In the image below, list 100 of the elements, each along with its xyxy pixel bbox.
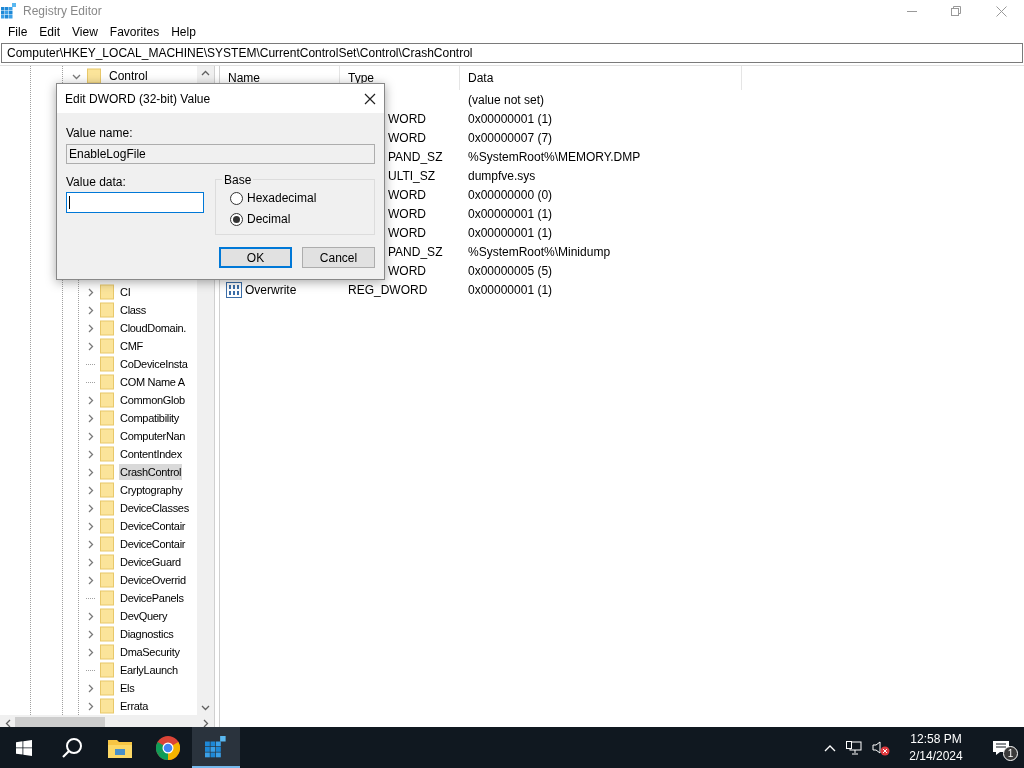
scroll-up-icon[interactable] [201,70,210,76]
expand-chevron-icon[interactable] [86,485,95,495]
expand-chevron-icon[interactable] [86,521,95,531]
tree-item[interactable]: CloudDomain. [119,319,188,337]
folder-icon [100,518,114,534]
menu-item[interactable]: File [2,23,34,41]
folder-icon [100,500,114,516]
tree-item[interactable]: DmaSecurity [119,643,181,661]
expand-chevron-icon[interactable] [86,611,95,621]
clock-time[interactable]: 12:58 PM [910,730,962,748]
tree-item[interactable]: CoDeviceInsta [119,355,189,373]
tree-item[interactable]: DeviceClasses [119,499,190,517]
tree-item[interactable]: CI [119,283,132,301]
tree-item[interactable]: DeviceContair [119,535,187,553]
folder-icon [100,374,114,390]
tree-item[interactable]: COM Name A [119,373,186,391]
address-bar[interactable]: Computer\HKEY_LOCAL_MACHINE\SYSTEM\CurrentControlSet\Control\CrashControl [1,43,1023,63]
tree-item[interactable]: Cryptography [119,481,184,499]
expand-chevron-icon[interactable] [86,629,95,639]
expand-chevron-icon[interactable] [86,575,95,585]
muted-speaker-icon[interactable] [872,739,890,756]
value-data: 0x00000001 (1) [468,282,553,297]
dialog-button[interactable]: Cancel [302,247,375,268]
taskbar-app-button[interactable] [192,727,240,768]
search-icon [61,736,83,759]
value-data: (value not set) [468,92,545,107]
value-data: %SystemRoot%\MEMORY.DMP [468,149,641,164]
window-title: Registry Editor [23,3,102,20]
radio-label[interactable]: Decimal [247,210,291,228]
tree-item[interactable]: DeviceOverrid [119,571,187,589]
value-type: WORD [388,130,426,145]
expand-chevron-icon[interactable] [86,431,95,441]
expand-chevron-icon[interactable] [86,557,95,567]
notification-count: 1 [1003,746,1018,761]
value-data: 0x00000001 (1) [468,111,553,126]
tree-item[interactable]: Diagnostics [119,625,175,643]
expand-chevron-icon[interactable] [86,683,95,693]
tree-item[interactable]: DeviceContair [119,517,187,535]
expand-chevron-icon[interactable] [86,341,95,351]
folder-icon [87,68,101,84]
radio-button[interactable] [230,212,243,226]
tree-item[interactable]: DevQuery [119,607,169,625]
scroll-down-icon[interactable] [201,705,210,711]
expand-chevron-icon[interactable] [86,305,95,315]
close-icon [995,5,1007,17]
menu-item[interactable]: Help [165,23,202,41]
expand-chevron-icon[interactable] [86,449,95,459]
value-name[interactable]: Overwrite [245,280,297,299]
expand-chevron-icon[interactable] [86,467,95,477]
folder-icon [100,446,114,462]
scroll-thumb[interactable] [15,717,105,727]
dialog-button[interactable]: OK [219,247,292,268]
expand-chevron-icon[interactable] [86,287,95,297]
expand-chevron-icon[interactable] [86,539,95,549]
tree-item[interactable]: Els [119,679,136,697]
tree-item[interactable]: Errata [119,697,150,715]
value-type: PAND_SZ [388,149,443,164]
value-type: WORD [388,225,426,240]
value-data: 0x00000005 (5) [468,263,553,278]
radio-label[interactable]: Hexadecimal [247,189,317,207]
tree-item[interactable]: ComputerNan [119,427,187,445]
clock-date[interactable]: 2/14/2024 [909,747,963,765]
tree-item[interactable]: ContentIndex [119,445,183,463]
tree-item[interactable]: Control [107,67,150,85]
tree-item[interactable]: CommonGlob [119,391,186,409]
notification-button[interactable]: 1 [978,727,1024,768]
folder-icon [100,572,114,588]
column-header[interactable]: Data [460,66,742,90]
chevron-up-icon[interactable] [824,743,836,752]
folder-icon [100,302,114,318]
network-icon[interactable] [846,740,862,755]
expand-chevron-icon[interactable] [86,413,95,423]
expand-chevron-icon[interactable] [86,395,95,405]
close-icon[interactable] [364,92,376,105]
folder-icon [100,536,114,552]
windows-logo-icon [16,739,32,756]
folder-icon [100,680,114,696]
tree-item[interactable]: CMF [119,337,144,355]
expand-chevron-icon[interactable] [86,701,95,711]
value-data: 0x00000001 (1) [468,225,553,240]
folder-icon [100,338,114,354]
value-data-field[interactable] [66,192,204,213]
expand-chevron-icon[interactable] [86,647,95,657]
menu-item[interactable]: Edit [33,23,67,41]
menu-item[interactable]: Favorites [103,23,166,41]
tree-item[interactable]: EarlyLaunch [119,661,179,679]
horizontal-scrollbar[interactable] [0,715,214,727]
tree-item[interactable]: DeviceGuard [119,553,182,571]
tree-item[interactable]: DevicePanels [119,589,185,607]
radio-button[interactable] [230,191,243,205]
tree-item[interactable]: Compatibility [119,409,181,427]
expand-chevron-icon[interactable] [86,323,95,333]
folder-icon [100,554,114,570]
registry-icon [1,3,17,19]
tree-item[interactable]: Class [119,301,147,319]
expand-chevron-icon[interactable] [86,503,95,513]
tree-item[interactable]: CrashControl [119,463,183,481]
value-data: 0x00000001 (1) [468,206,553,221]
menu-item[interactable]: View [66,23,104,41]
value-name-field[interactable]: EnableLogFile [66,144,375,164]
